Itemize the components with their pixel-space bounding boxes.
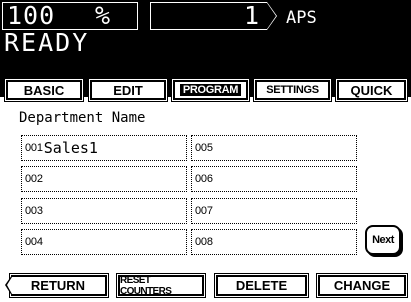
department-number: 008 xyxy=(195,236,213,248)
zoom-unit: % xyxy=(95,1,111,30)
return-label: RETURN xyxy=(30,278,86,293)
delete-button[interactable]: DELETE xyxy=(216,275,307,296)
department-number: 007 xyxy=(195,205,213,217)
copies-value: 1 xyxy=(243,1,259,30)
reset-counters-button[interactable]: RESET COUNTERS xyxy=(118,274,204,297)
tab-basic[interactable]: BASIC xyxy=(6,80,82,100)
next-label: Next xyxy=(372,234,394,246)
change-label: CHANGE xyxy=(333,278,391,293)
paper-size: APS xyxy=(286,8,317,28)
change-button[interactable]: CHANGE xyxy=(318,275,406,296)
zoom-value: 100 xyxy=(7,1,56,30)
delete-label: DELETE xyxy=(235,278,288,293)
department-number: 003 xyxy=(25,205,43,217)
reset-counters-label: RESET COUNTERS xyxy=(120,274,172,297)
department-cell-004[interactable]: 004 xyxy=(21,229,187,255)
zoom-display: 100 % xyxy=(2,2,138,30)
status-message: READY xyxy=(4,28,90,57)
tab-program[interactable]: PROGRAM xyxy=(173,80,248,100)
tab-settings-label: SETTINGS xyxy=(266,84,319,96)
tab-program-label: PROGRAM xyxy=(179,84,242,96)
department-number: 001 xyxy=(25,142,43,154)
tab-quick[interactable]: QUICK xyxy=(337,80,406,100)
tab-edit[interactable]: EDIT xyxy=(90,80,166,100)
tab-settings[interactable]: SETTINGS xyxy=(255,80,330,100)
next-page-button[interactable]: Next xyxy=(365,225,401,255)
department-name-header: Department Name xyxy=(19,110,146,126)
department-cell-002[interactable]: 002 xyxy=(21,166,187,192)
department-number: 002 xyxy=(25,173,43,185)
tab-quick-label: QUICK xyxy=(350,82,393,98)
department-cell-001[interactable]: 001 Sales1 xyxy=(21,135,187,161)
return-button[interactable]: RETURN xyxy=(5,275,107,296)
tab-edit-label: EDIT xyxy=(113,82,143,98)
department-name: Sales1 xyxy=(43,139,98,157)
department-cell-003[interactable]: 003 xyxy=(21,198,187,224)
department-cell-007[interactable]: 007 xyxy=(191,198,357,224)
department-cell-005[interactable]: 005 xyxy=(191,135,357,161)
department-number: 004 xyxy=(25,236,43,248)
department-cell-008[interactable]: 008 xyxy=(191,229,357,255)
tab-basic-label: BASIC xyxy=(23,82,65,98)
department-number: 005 xyxy=(195,142,213,154)
copies-display: 1 xyxy=(150,1,277,30)
department-number: 006 xyxy=(195,173,213,185)
department-cell-006[interactable]: 006 xyxy=(191,166,357,192)
